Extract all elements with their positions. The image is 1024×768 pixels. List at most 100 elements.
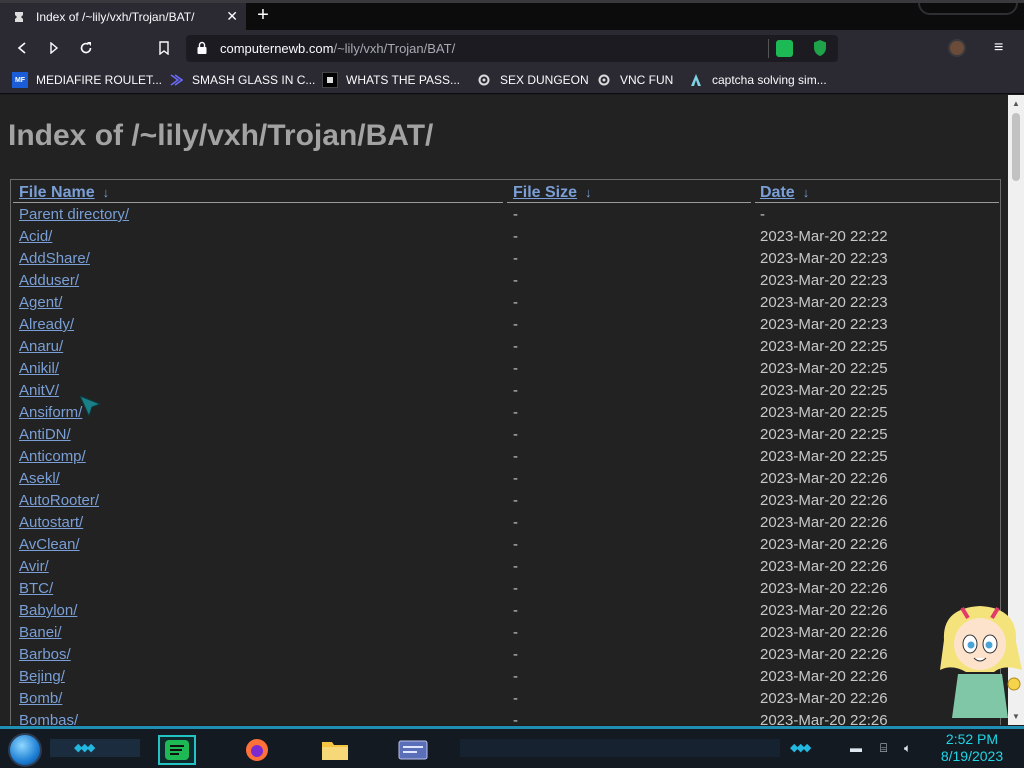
file-size: - [513,316,518,333]
navigation-toolbar: computernewb.com/~lily/vxh/Trojan/BAT/ ≡ [0,30,1024,66]
file-date: 2023-Mar-20 22:26 [760,514,888,531]
file-date: 2023-Mar-20 22:25 [760,360,888,377]
table-row: Anticomp/ - 2023-Mar-20 22:25 [11,446,1000,468]
clock-date: 8/19/2023 [940,748,1004,764]
table-row: Bombas/ - 2023-Mar-20 22:26 [11,710,1000,725]
file-link[interactable]: Bombas/ [19,712,78,725]
file-link[interactable]: AntiDN/ [19,426,71,443]
table-row: Acid/ - 2023-Mar-20 22:22 [11,226,1000,248]
taskbar: ◆◆◆ ◆◆◆ ▬ ⌸ 🔈︎ 2:52 PM 8/19/2023 [0,726,1024,768]
file-size: - [513,294,518,311]
file-link[interactable]: Bomb/ [19,690,62,707]
file-link[interactable]: Parent directory/ [19,206,129,223]
spotify-extension-icon[interactable] [776,40,793,57]
forward-button[interactable] [44,38,64,58]
sort-by-size-link[interactable]: File Size [513,184,577,201]
file-link[interactable]: AvClean/ [19,536,80,553]
table-row: Babylon/ - 2023-Mar-20 22:26 [11,600,1000,622]
bookmark-smash-glass[interactable]: SMASH GLASS IN C... [168,70,315,90]
file-date: 2023-Mar-20 22:25 [760,338,888,355]
file-size: - [513,272,518,289]
tray-expand-icon[interactable]: ▬ [850,741,862,755]
bookmark-whats-the-pass[interactable]: WHATS THE PASS... [322,70,460,90]
firefox-taskbar-icon[interactable] [238,735,276,765]
table-row: Asekl/ - 2023-Mar-20 22:26 [11,468,1000,490]
file-date: 2023-Mar-20 22:26 [760,558,888,575]
url-text: computernewb.com/~lily/vxh/Trojan/BAT/ [220,41,455,56]
bookmark-mediafire[interactable]: MF MEDIAFIRE ROULET... [12,70,162,90]
column-header-name[interactable]: File Name ↓ [19,184,109,202]
scrollbar-thumb[interactable] [1012,113,1020,181]
volume-icon[interactable]: 🔈︎ [904,741,911,756]
start-button[interactable] [8,733,42,767]
file-link[interactable]: Barbos/ [19,646,71,663]
file-link[interactable]: Anaru/ [19,338,63,355]
column-header-size[interactable]: File Size ↓ [513,184,592,202]
address-bar[interactable]: computernewb.com/~lily/vxh/Trojan/BAT/ [186,35,838,62]
file-size: - [513,712,518,725]
delta-icon [688,72,704,88]
file-link[interactable]: Agent/ [19,294,62,311]
file-link[interactable]: Ansiform/ [19,404,82,421]
file-link[interactable]: Anikil/ [19,360,59,377]
file-link[interactable]: Acid/ [19,228,52,245]
table-row: Bejing/ - 2023-Mar-20 22:26 [11,666,1000,688]
file-link[interactable]: Banei/ [19,624,62,641]
file-link[interactable]: Already/ [19,316,74,333]
account-avatar[interactable] [948,39,966,57]
file-link[interactable]: Asekl/ [19,470,60,487]
hamburger-menu-icon[interactable]: ≡ [994,39,1003,57]
file-size: - [513,624,518,641]
bookmark-label: captcha solving sim... [712,73,827,87]
file-size: - [513,646,518,663]
bookmark-label: VNC FUN [620,73,674,87]
reload-button[interactable] [76,38,96,58]
bookmark-vnc-fun[interactable]: VNC FUN [596,70,673,90]
sort-by-date-link[interactable]: Date [760,184,795,201]
file-size: - [513,514,518,531]
chevron-decoration-icon: ◆◆◆ [74,742,95,754]
file-size: - [513,426,518,443]
sort-by-name-link[interactable]: File Name [19,184,95,201]
tab-title: Index of /~lily/vxh/Trojan/BAT/ [36,10,195,24]
file-date: 2023-Mar-20 22:26 [760,712,888,725]
back-button[interactable] [12,38,32,58]
mouse-cursor-icon [79,395,102,418]
network-icon[interactable]: ⌸ [880,741,887,756]
file-link[interactable]: AutoRooter/ [19,492,99,509]
bookmark-sex-dungeon[interactable]: SEX DUNGEON [476,70,589,90]
window-app-taskbar-icon[interactable] [394,735,432,765]
file-link[interactable]: Avir/ [19,558,49,575]
file-link[interactable]: AnitV/ [19,382,59,399]
sort-arrow-icon: ↓ [585,185,592,200]
browser-tab[interactable]: Index of /~lily/vxh/Trojan/BAT/ ✕ [0,3,246,31]
file-link[interactable]: Autostart/ [19,514,83,531]
file-link[interactable]: Bejing/ [19,668,65,685]
gear-icon [596,72,612,88]
file-link[interactable]: BTC/ [19,580,53,597]
new-tab-button[interactable]: + [252,5,274,27]
file-date: 2023-Mar-20 22:26 [760,646,888,663]
file-link[interactable]: AddShare/ [19,250,90,267]
file-explorer-taskbar-icon[interactable] [316,735,354,765]
table-row: AvClean/ - 2023-Mar-20 22:26 [11,534,1000,556]
spotify-taskbar-icon[interactable] [158,735,196,765]
file-link[interactable]: Babylon/ [19,602,77,619]
file-date: 2023-Mar-20 22:23 [760,272,888,289]
table-row: Anikil/ - 2023-Mar-20 22:25 [11,358,1000,380]
scroll-up-icon[interactable]: ▲ [1012,99,1020,108]
bookmark-captcha[interactable]: captcha solving sim... [688,70,827,90]
sort-arrow-icon: ↓ [102,185,110,200]
file-date: 2023-Mar-20 22:26 [760,492,888,509]
file-date: - [760,206,765,223]
file-date: 2023-Mar-20 22:25 [760,448,888,465]
file-link[interactable]: Anticomp/ [19,448,86,465]
bookmark-page-button[interactable] [154,38,174,58]
table-row: Agent/ - 2023-Mar-20 22:23 [11,292,1000,314]
system-clock[interactable]: 2:52 PM 8/19/2023 [934,731,1010,765]
shield-extension-icon[interactable] [812,39,828,62]
column-header-date[interactable]: Date ↓ [760,184,809,202]
file-link[interactable]: Adduser/ [19,272,79,289]
close-tab-icon[interactable]: ✕ [226,8,238,25]
bookmark-label: WHATS THE PASS... [346,73,461,87]
